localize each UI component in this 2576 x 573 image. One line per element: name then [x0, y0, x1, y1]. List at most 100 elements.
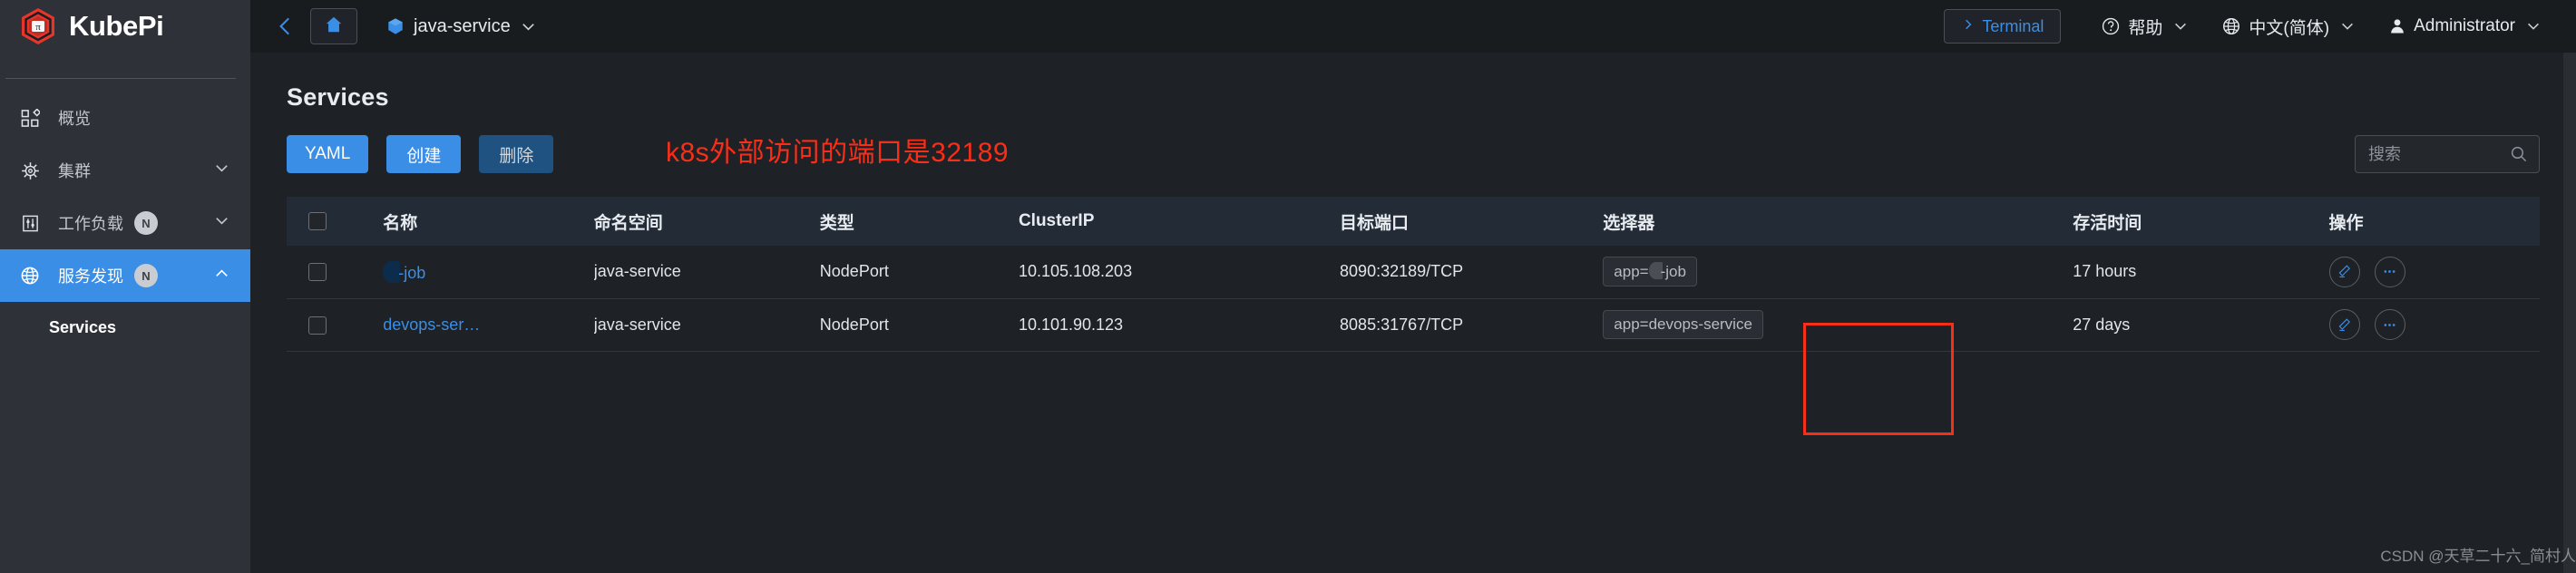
help-label: 帮助	[2128, 18, 2163, 38]
sidebar-item-cluster[interactable]: 集群	[0, 144, 250, 197]
user-menu[interactable]: Administrator	[2372, 8, 2558, 44]
brand[interactable]: π KubePi	[0, 0, 250, 53]
row-namespace: java-service	[593, 262, 681, 281]
create-button[interactable]: 创建	[386, 135, 462, 173]
table-header-age[interactable]: 存活时间	[2073, 197, 2328, 246]
language-label: 中文(简体)	[2249, 18, 2330, 38]
row-target-port: 8085:31767/TCP	[1340, 315, 1464, 334]
table-head: 名称 命名空间 类型 ClusterIP 目标端口 选择器 存活时间 操作	[287, 197, 2540, 246]
dashboard-grid-icon	[20, 108, 40, 128]
row-clusterip: 10.101.90.123	[1018, 315, 1124, 334]
row-type: NodePort	[819, 262, 889, 281]
home-button[interactable]	[310, 8, 357, 44]
sidebar-item-overview[interactable]: 概览	[0, 92, 250, 144]
row-type: NodePort	[819, 315, 889, 334]
chevron-left-icon[interactable]	[270, 11, 301, 42]
row-selector-cell: app= -job	[1576, 246, 2073, 298]
helm-wheel-icon	[20, 160, 40, 180]
service-name-link[interactable]: -job	[398, 264, 425, 282]
sidebar: π KubePi 概览 集群 工作负载 N 服务发现 N Services	[0, 0, 250, 573]
table-row[interactable]: -job java-service NodePort 10.105.108.20…	[287, 246, 2540, 298]
sidebar-item-badge: N	[134, 211, 158, 235]
help-menu[interactable]: 帮助	[2084, 8, 2205, 44]
breadcrumb-label: java-service	[414, 15, 511, 36]
edit-icon[interactable]	[2328, 309, 2360, 340]
delete-button[interactable]: 删除	[479, 135, 554, 173]
globe-icon	[2221, 16, 2241, 36]
chevron-right-icon	[1961, 17, 1976, 36]
chevron-down-icon	[213, 212, 230, 234]
row-age: 27 days	[2073, 315, 2131, 334]
terminal-button[interactable]: Terminal	[1944, 9, 2062, 44]
row-target-port: 8090:32189/TCP	[1340, 262, 1464, 281]
row-checkbox[interactable]	[308, 263, 327, 282]
language-menu[interactable]: 中文(简体)	[2205, 8, 2372, 44]
selector-tag: app= -job	[1603, 257, 1697, 287]
row-operations	[2328, 298, 2541, 351]
topbar-actions: Terminal 帮助 中文(简体) Administrator	[1944, 8, 2558, 44]
search-icon[interactable]	[2510, 145, 2528, 163]
table-header-clusterip[interactable]: ClusterIP	[1019, 197, 1320, 246]
table-header-selector[interactable]: 选择器	[1576, 197, 2073, 246]
row-name-cell: -job	[383, 246, 593, 298]
row-age: 17 hours	[2073, 262, 2137, 281]
table-header-namespace[interactable]: 命名空间	[594, 197, 820, 246]
annotation-text: k8s外部访问的端口是32189	[666, 138, 1010, 168]
more-icon[interactable]	[2374, 309, 2405, 340]
table-header-target-port[interactable]: 目标端口	[1320, 197, 1576, 246]
sidebar-item-service-discovery[interactable]: 服务发现 N	[0, 249, 250, 302]
kubepi-hexagon-logo: π	[18, 6, 58, 46]
table-header-row: 名称 命名空间 类型 ClusterIP 目标端口 选择器 存活时间 操作	[287, 197, 2540, 246]
user-label: Administrator	[2414, 16, 2515, 35]
table-row[interactable]: devops-ser… java-service NodePort 10.101…	[287, 298, 2540, 351]
services-table: 名称 命名空间 类型 ClusterIP 目标端口 选择器 存活时间 操作 -j…	[287, 197, 2540, 352]
service-name-link[interactable]: devops-ser…	[383, 316, 480, 334]
brand-name: KubePi	[69, 10, 164, 42]
chevron-down-icon	[2172, 18, 2189, 34]
row-operations	[2328, 246, 2541, 298]
edit-icon[interactable]	[2328, 256, 2360, 287]
row-checkbox-cell	[287, 298, 383, 351]
selector-tag: app=devops-service	[1603, 310, 1763, 339]
globe-icon	[20, 266, 40, 286]
toolbar: YAML 创建 删除 k8s外部访问的端口是32189	[287, 135, 2540, 173]
table-header-operations[interactable]: 操作	[2329, 197, 2541, 246]
sliders-icon	[20, 213, 40, 233]
yaml-button[interactable]: YAML	[287, 135, 369, 173]
chevron-down-icon	[520, 18, 537, 35]
search-input[interactable]	[2368, 144, 2510, 164]
selector-suffix: -job	[1660, 263, 1686, 281]
content: Services YAML 创建 删除 k8s外部访问的端口是32189 搜索 …	[250, 53, 2576, 352]
select-all-checkbox[interactable]	[308, 211, 327, 230]
table-header-select	[287, 197, 383, 246]
table-body: -job java-service NodePort 10.105.108.20…	[287, 246, 2540, 351]
row-checkbox-cell	[287, 246, 383, 298]
chevron-down-icon	[2525, 18, 2542, 34]
question-circle-icon	[2101, 16, 2121, 36]
topbar: java-service Terminal 帮助 中文(简体) Administ…	[250, 0, 2576, 53]
table-header-type[interactable]: 类型	[820, 197, 1019, 246]
breadcrumb[interactable]: java-service	[386, 16, 537, 37]
sidebar-item-workload[interactable]: 工作负载 N	[0, 197, 250, 249]
sidebar-item-label: 概览	[58, 110, 91, 128]
table-header-name[interactable]: 名称	[383, 197, 593, 246]
sidebar-subitem-services[interactable]: Services	[0, 302, 250, 353]
vertical-scrollbar[interactable]	[2563, 53, 2576, 573]
page-title: Services	[287, 83, 389, 111]
chevron-up-icon	[213, 265, 230, 286]
cube-icon	[386, 17, 405, 35]
watermark: CSDN @天草二十六_简村人	[2380, 548, 2576, 565]
sidebar-item-badge: N	[134, 264, 158, 287]
row-name-cell: devops-ser…	[383, 298, 593, 351]
row-selector-cell: app=devops-service	[1576, 298, 2073, 351]
main-area: java-service Terminal 帮助 中文(简体) Administ…	[250, 0, 2576, 573]
search-box[interactable]	[2355, 135, 2540, 173]
sidebar-nav: 概览 集群 工作负载 N 服务发现 N Services	[0, 79, 250, 353]
row-clusterip: 10.105.108.203	[1018, 262, 1133, 281]
sidebar-item-label: 集群	[58, 162, 91, 180]
app-root: π KubePi 概览 集群 工作负载 N 服务发现 N Services ja…	[0, 0, 2576, 573]
row-checkbox[interactable]	[308, 316, 327, 335]
row-namespace: java-service	[593, 315, 681, 334]
chevron-down-icon	[213, 160, 230, 181]
more-icon[interactable]	[2374, 256, 2405, 287]
